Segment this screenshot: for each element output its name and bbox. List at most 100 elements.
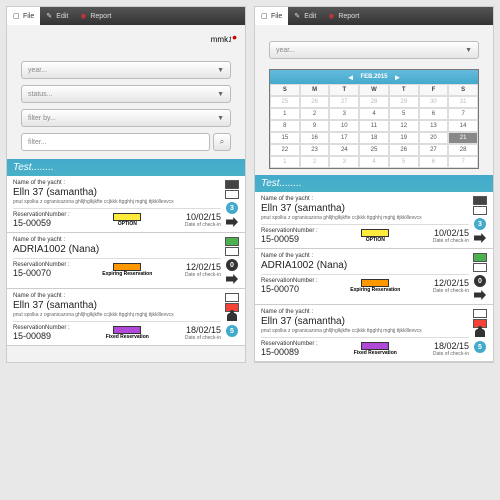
- cal-day[interactable]: 13: [419, 120, 449, 132]
- cal-day[interactable]: 12: [389, 120, 419, 132]
- checkin-date: 12/02/15: [185, 262, 221, 272]
- cal-day[interactable]: 3: [329, 156, 359, 168]
- checkin-date: 10/02/15: [433, 228, 469, 238]
- cal-day[interactable]: 4: [359, 156, 389, 168]
- yacht-name: Elln 37 (samantha): [13, 187, 221, 198]
- status-text: OPTION: [366, 238, 385, 243]
- tab-edit[interactable]: ✎Edit: [40, 7, 74, 25]
- cal-day[interactable]: 1: [270, 108, 300, 120]
- cal-day[interactable]: 1: [270, 156, 300, 168]
- cal-day[interactable]: 3: [329, 108, 359, 120]
- edit-icon: ✎: [46, 12, 54, 20]
- tab-file[interactable]: ▢File: [255, 7, 288, 25]
- cal-day[interactable]: 20: [419, 132, 449, 144]
- checkin-label: Date of check-in: [433, 351, 469, 357]
- cal-day[interactable]: 28: [448, 144, 478, 156]
- count-badge: 5: [474, 341, 486, 353]
- color-swatch-1: [225, 237, 239, 246]
- yacht-name: Elln 37 (samantha): [13, 300, 221, 311]
- checkin-label: Date of check-in: [185, 272, 221, 278]
- count-badge: 3: [474, 218, 486, 230]
- cal-dayhead: T: [389, 84, 419, 96]
- year-select[interactable]: year...▼: [269, 41, 479, 59]
- filterby-select[interactable]: filter by...▼: [21, 109, 231, 127]
- cal-day[interactable]: 17: [329, 132, 359, 144]
- yacht-desc: pnut spolka z ogranicazona ghlljhglkjkft…: [261, 215, 469, 221]
- year-select-label: year...: [276, 47, 295, 54]
- cal-day[interactable]: 9: [300, 120, 330, 132]
- cal-day[interactable]: 21: [448, 132, 478, 144]
- year-select[interactable]: year...▼: [21, 61, 231, 79]
- arrow-right-icon[interactable]: [474, 290, 486, 300]
- arrow-right-icon[interactable]: [226, 274, 238, 284]
- yacht-name: ADRIA1002 (Nana): [261, 260, 469, 271]
- cal-day[interactable]: 28: [359, 96, 389, 108]
- file-icon: ▢: [261, 12, 269, 20]
- color-swatch-2: [473, 263, 487, 272]
- color-swatch-1: [225, 293, 239, 302]
- cal-day[interactable]: 23: [300, 144, 330, 156]
- status-select[interactable]: status...▼: [21, 85, 231, 103]
- cal-day[interactable]: 7: [448, 156, 478, 168]
- tab-report[interactable]: ◉Report: [74, 7, 117, 25]
- cal-day[interactable]: 10: [329, 120, 359, 132]
- tab-bar: ▢File ✎Edit ◉Report: [255, 7, 493, 25]
- checkin-label: Date of check-in: [433, 288, 469, 294]
- res-number: 15-00089: [261, 347, 318, 357]
- status-badge: [361, 229, 389, 237]
- card-side: 5: [225, 293, 239, 341]
- filter-input[interactable]: filter...: [21, 133, 210, 151]
- cal-day[interactable]: 25: [359, 144, 389, 156]
- tab-report[interactable]: ◉Report: [322, 7, 365, 25]
- yacht-label: Name of the yacht :: [13, 293, 221, 299]
- arrow-right-icon[interactable]: [474, 233, 486, 243]
- res-number: 15-00070: [261, 284, 318, 294]
- cal-day[interactable]: 30: [419, 96, 449, 108]
- status-text: Fixed Reservation: [106, 335, 149, 340]
- cal-day[interactable]: 14: [448, 120, 478, 132]
- status-badge: [361, 342, 389, 350]
- cal-day[interactable]: 29: [389, 96, 419, 108]
- cal-day[interactable]: 8: [270, 120, 300, 132]
- search-icon: ⌕: [220, 137, 224, 147]
- cal-prev[interactable]: ◄: [347, 73, 355, 82]
- cal-dayhead: M: [300, 84, 330, 96]
- cal-day[interactable]: 26: [300, 96, 330, 108]
- cal-day[interactable]: 31: [448, 96, 478, 108]
- cal-day[interactable]: 11: [359, 120, 389, 132]
- yacht-desc: pnut spolka z ogranicazona ghlljhglkjkft…: [13, 312, 221, 318]
- yacht-name: Elln 37 (samantha): [261, 316, 469, 327]
- cal-day[interactable]: 6: [419, 108, 449, 120]
- guest-icon: [475, 329, 485, 337]
- cal-day[interactable]: 5: [389, 156, 419, 168]
- cal-day[interactable]: 18: [359, 132, 389, 144]
- cal-day[interactable]: 16: [300, 132, 330, 144]
- cal-day[interactable]: 7: [448, 108, 478, 120]
- cal-day[interactable]: 5: [389, 108, 419, 120]
- arrow-right-icon[interactable]: [226, 217, 238, 227]
- filters: year...▼: [255, 33, 493, 67]
- cal-day[interactable]: 2: [300, 156, 330, 168]
- search-button[interactable]: ⌕: [213, 133, 231, 151]
- cal-day[interactable]: 22: [270, 144, 300, 156]
- cal-day[interactable]: 27: [329, 96, 359, 108]
- yacht-label: Name of the yacht :: [261, 309, 469, 315]
- status-badge: [361, 279, 389, 287]
- color-swatch-1: [473, 309, 487, 318]
- tab-edit[interactable]: ✎Edit: [288, 7, 322, 25]
- reservation-card: Name of the yacht : Elln 37 (samantha) p…: [255, 192, 493, 249]
- chevron-down-icon: ▼: [217, 67, 224, 74]
- cal-day[interactable]: 15: [270, 132, 300, 144]
- checkin-date: 18/02/15: [433, 341, 469, 351]
- tab-file[interactable]: ▢File: [7, 7, 40, 25]
- cal-day[interactable]: 19: [389, 132, 419, 144]
- cal-day[interactable]: 27: [419, 144, 449, 156]
- cal-day[interactable]: 24: [329, 144, 359, 156]
- cal-day[interactable]: 6: [419, 156, 449, 168]
- cal-day[interactable]: 4: [359, 108, 389, 120]
- cal-next[interactable]: ►: [394, 73, 402, 82]
- count-badge: 0: [474, 275, 486, 287]
- cal-day[interactable]: 2: [300, 108, 330, 120]
- cal-day[interactable]: 26: [389, 144, 419, 156]
- cal-day[interactable]: 25: [270, 96, 300, 108]
